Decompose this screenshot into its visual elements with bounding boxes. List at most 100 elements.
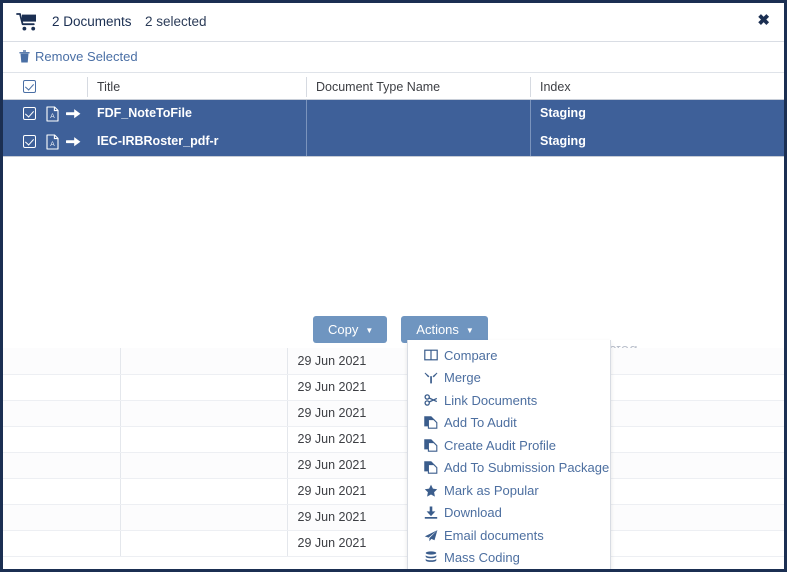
table-row[interactable]: 29 Jun 2021 [3,478,784,504]
table-row[interactable]: 29 Jun 2021 [3,348,784,374]
menu-item-label: Create Audit Profile [444,439,556,452]
chevron-down-icon: ▼ [466,327,474,335]
close-icon[interactable]: ✖ [757,13,770,28]
action-buttons-row: Copy ▼ Actions ▼ [313,316,488,343]
bg-cell [3,426,120,452]
menu-item-label: Download [444,506,502,519]
menu-item-label: Link Documents [444,394,537,407]
column-header-document-type-name[interactable]: Document Type Name [306,73,530,101]
trash-icon [19,50,30,63]
menu-item-add-to-audit[interactable]: Add To Audit [408,412,610,435]
row-index: Staging [540,134,586,148]
bg-cell [120,452,287,478]
cell-divider [530,100,531,128]
menu-item-label: Mass Coding [444,551,520,564]
download-icon [422,506,439,520]
row-checkbox[interactable] [23,107,36,120]
panel-toolbar: Remove Selected [3,42,784,72]
actions-button-label: Actions [416,322,459,337]
bg-cell [120,374,287,400]
paper-plane-icon [422,528,439,542]
cell-divider [306,100,307,128]
cell-divider [530,128,531,156]
table-row[interactable]: A IEC-IRBRoster_pdf-r Staging [3,128,784,156]
link-chain-icon [422,393,439,407]
document-cart-panel: 2 Documents 2 selected ✖ Remove Selected [3,3,784,346]
selected-count-label: 2 selected [145,14,207,29]
menu-item-mass-coding[interactable]: Mass Coding [408,547,610,570]
row-title: IEC-IRBRoster_pdf-r [97,134,219,148]
svg-text:A: A [50,113,55,120]
actions-dropdown-menu: Compare Merge Link Documents Add To Audit Cr… [407,340,611,572]
arrow-right-icon[interactable] [66,135,81,149]
bg-cell [120,530,287,556]
table-row[interactable]: 29 Jun 2021 [3,374,784,400]
table-row[interactable]: 29 Jun 2021 [3,400,784,426]
menu-item-link-documents[interactable]: Link Documents [408,389,610,412]
svg-text:A: A [50,141,55,148]
table-row[interactable]: A FDF_NoteToFile Staging [3,100,784,128]
remove-selected-label: Remove Selected [35,49,138,64]
table-row[interactable]: 29 Jun 2021 [3,452,784,478]
bg-cell [3,504,120,530]
copy-button-label: Copy [328,322,358,337]
grid-header-row: Title Document Type Name Index [3,72,784,100]
menu-item-email-documents[interactable]: Email documents [408,524,610,547]
row-index: Staging [540,106,586,120]
background-table: 29 Jun 202129 Jun 202129 Jun 202129 Jun … [3,348,784,557]
bg-cell [120,400,287,426]
column-header-title[interactable]: Title [87,73,306,101]
chevron-down-icon: ▼ [365,327,373,335]
bg-cell [3,348,120,374]
cell-divider [306,128,307,156]
actions-button[interactable]: Actions ▼ [401,316,488,343]
bg-cell [120,504,287,530]
menu-item-create-audit-profile[interactable]: Create Audit Profile [408,434,610,457]
menu-item-label: Email documents [444,529,544,542]
merge-arrows-icon [422,371,439,385]
menu-item-label: Compare [444,349,497,362]
database-stack-icon [422,551,439,565]
panel-title-bar: 2 Documents 2 selected ✖ [3,3,784,42]
documents-grid: Title Document Type Name Index A [3,72,784,156]
menu-item-merge[interactable]: Merge [408,367,610,390]
document-cart-window: ment selected 29 Jun 202129 Jun 202129 J… [0,0,787,572]
bg-cell [3,400,120,426]
bg-cell [120,348,287,374]
copy-documents-icon [422,461,439,475]
bg-cell [3,452,120,478]
star-icon [422,483,439,497]
table-row[interactable]: 29 Jun 2021 [3,530,784,556]
menu-item-label: Mark as Popular [444,484,539,497]
compare-columns-icon [422,348,439,362]
pdf-file-icon: A [46,106,59,122]
bg-cell [120,426,287,452]
bg-cell [3,530,120,556]
column-header-index[interactable]: Index [530,73,784,101]
document-count-label: 2 Documents [52,14,132,29]
remove-selected-button[interactable]: Remove Selected [19,49,138,64]
menu-item-label: Add To Audit [444,416,517,429]
bg-cell [120,478,287,504]
copy-documents-icon [422,438,439,452]
arrow-right-icon[interactable] [66,107,81,121]
table-row[interactable]: 29 Jun 2021 [3,504,784,530]
select-all-checkbox[interactable] [23,80,36,93]
bg-cell [3,478,120,504]
menu-item-label: Add To Submission Package [444,461,609,474]
copy-button[interactable]: Copy ▼ [313,316,387,343]
menu-item-download[interactable]: Download [408,502,610,525]
grid-bottom-border [3,156,784,157]
menu-item-mark-as-popular[interactable]: Mark as Popular [408,479,610,502]
table-row[interactable]: 29 Jun 2021 [3,426,784,452]
grid-body: A FDF_NoteToFile Staging [3,100,784,156]
menu-item-add-to-submission-package[interactable]: Add To Submission Package [408,457,610,480]
menu-item-label: Merge [444,371,481,384]
bg-cell [3,374,120,400]
menu-item-compare[interactable]: Compare [408,344,610,367]
row-checkbox[interactable] [23,135,36,148]
shopping-cart-icon [16,12,38,32]
row-title: FDF_NoteToFile [97,106,192,120]
pdf-file-icon: A [46,134,59,150]
copy-documents-icon [422,416,439,430]
